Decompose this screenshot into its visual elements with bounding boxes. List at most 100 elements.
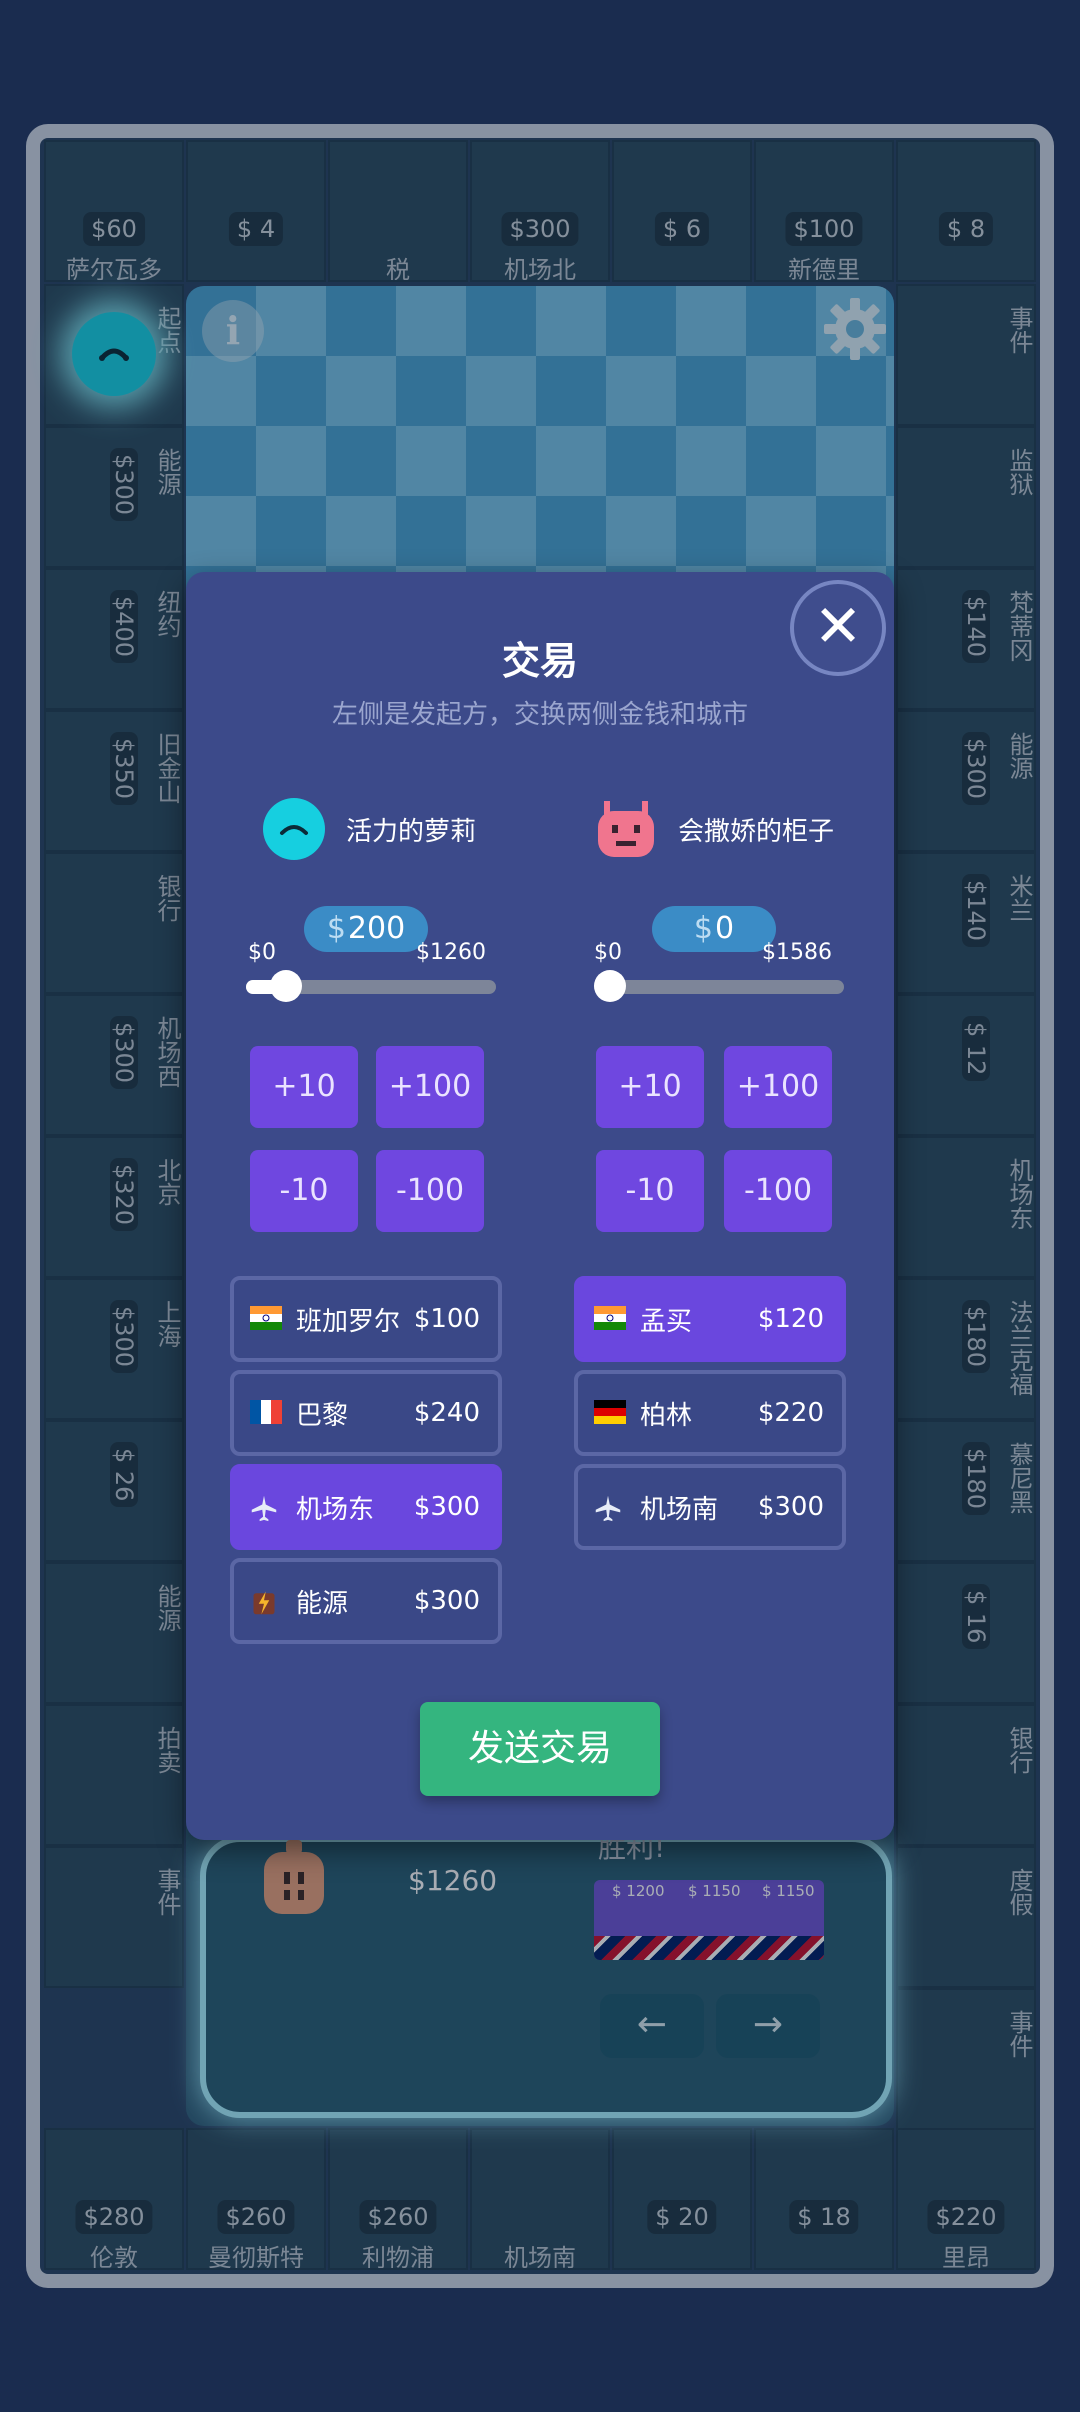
gear-icon[interactable] xyxy=(820,294,890,364)
tile-name: 利物浦 xyxy=(362,2244,434,2270)
left-plus-10-button[interactable]: +10 xyxy=(250,1046,358,1128)
right-slider-thumb[interactable] xyxy=(594,970,626,1002)
tile-name: 里昂 xyxy=(942,2244,990,2270)
tile-price: $350 xyxy=(110,732,138,806)
board-tile: $ 26 xyxy=(44,1420,184,1562)
airplane-icon xyxy=(250,1494,282,1522)
dialog-title: 交易 xyxy=(501,639,578,683)
property-item[interactable]: 机场东 $300 xyxy=(230,1464,502,1550)
cyan-face-avatar-icon xyxy=(263,798,325,860)
tile-name: 梵蒂冈 xyxy=(1005,590,1033,662)
property-price: $240 xyxy=(413,1398,480,1428)
tile-name: 能源 xyxy=(153,448,181,496)
property-item[interactable]: 机场南 $300 xyxy=(574,1464,846,1550)
board-tile: 银行 xyxy=(896,1704,1036,1846)
board-tile: $ 8 xyxy=(896,140,1036,282)
mini-price-3: $ 1150 xyxy=(762,1882,815,1900)
tile-price: $400 xyxy=(110,590,138,664)
left-money-chip: $200 xyxy=(304,906,428,952)
left-minus-100-button[interactable]: -100 xyxy=(376,1150,484,1232)
property-price: $120 xyxy=(757,1304,824,1334)
left-minus-10-button[interactable]: -10 xyxy=(250,1150,358,1232)
property-item[interactable]: 能源 $300 xyxy=(230,1558,502,1644)
property-item[interactable]: 柏林 $220 xyxy=(574,1370,846,1456)
property-item[interactable]: 班加罗尔 $100 xyxy=(230,1276,502,1362)
dialog-subtitle: 左侧是发起方，交换两侧金钱和城市 xyxy=(331,700,748,730)
tile-price: $300 xyxy=(962,732,990,806)
tile-name: 银行 xyxy=(1005,1726,1033,1774)
board-tile: $ 12 xyxy=(896,994,1036,1136)
board-tile: $140 米兰 xyxy=(896,852,1036,994)
board-tile: 事件 xyxy=(896,284,1036,426)
right-plus-100-button[interactable]: +100 xyxy=(724,1046,832,1128)
board-tile: $180 法兰克福 xyxy=(896,1278,1036,1420)
player-token xyxy=(72,312,156,396)
tile-name: 拍卖 xyxy=(153,1726,181,1774)
left-money-value: 200 xyxy=(347,911,406,946)
tile-price: $60 xyxy=(83,212,145,246)
tile-name: 机场东 xyxy=(1005,1158,1033,1230)
right-minus-100-button[interactable]: -100 xyxy=(724,1150,832,1232)
property-name: 柏林 xyxy=(640,1400,693,1431)
germany-flag-icon xyxy=(594,1400,626,1426)
tile-price: $ 26 xyxy=(110,1442,138,1508)
tile-name: 事件 xyxy=(153,1868,181,1916)
happy-face-icon xyxy=(99,348,129,361)
next-arrow-button[interactable]: → xyxy=(716,1994,820,2058)
tile-name: 上海 xyxy=(153,1300,181,1348)
tile-name: 纽约 xyxy=(153,590,181,638)
tile-price: $100 xyxy=(785,212,863,246)
property-price: $300 xyxy=(413,1586,480,1616)
right-minus-10-button[interactable]: -10 xyxy=(596,1150,704,1232)
tile-price: $320 xyxy=(110,1158,138,1232)
property-name: 机场东 xyxy=(296,1494,375,1525)
right-money-slider[interactable] xyxy=(594,980,844,994)
tile-price: $260 xyxy=(359,2200,437,2234)
right-range-max: $1586 xyxy=(762,940,832,965)
robot-avatar-icon xyxy=(264,1840,324,1914)
board-tile: $220 里昂 xyxy=(896,2128,1036,2270)
airplane-icon xyxy=(594,1494,626,1522)
tile-price: $ 20 xyxy=(647,2200,717,2234)
diamond-pattern xyxy=(186,286,894,606)
tile-name: 事件 xyxy=(1005,306,1033,354)
tile-price: $140 xyxy=(962,874,990,948)
france-flag-icon xyxy=(250,1400,282,1426)
tile-name: 萨尔瓦多 xyxy=(66,256,162,282)
left-player: 活力的萝莉 xyxy=(262,796,476,862)
tile-name: 新德里 xyxy=(788,256,860,282)
tile-price: $ 12 xyxy=(962,1016,990,1082)
board-tile: 事件 xyxy=(44,1846,184,1988)
property-item[interactable]: 巴黎 $240 xyxy=(230,1370,502,1456)
property-price: $300 xyxy=(413,1492,480,1522)
tile-name: 机场西 xyxy=(153,1016,181,1088)
info-icon[interactable]: i xyxy=(202,300,264,362)
property-price: $220 xyxy=(757,1398,824,1428)
board-tile: 监狱 xyxy=(896,426,1036,568)
tile-price: $220 xyxy=(927,2200,1005,2234)
tile-name: 度假 xyxy=(1005,1868,1033,1916)
left-slider-thumb[interactable] xyxy=(269,970,302,1002)
right-plus-10-button[interactable]: +10 xyxy=(596,1046,704,1128)
india-flag-icon xyxy=(250,1306,282,1332)
board-tile: 机场东 xyxy=(896,1136,1036,1278)
board-tile: 税 xyxy=(328,140,468,282)
board-tile: 能源 xyxy=(44,1562,184,1704)
send-trade-button[interactable]: 发送交易 xyxy=(420,1702,660,1796)
property-price: $100 xyxy=(413,1304,480,1334)
tile-name: 北京 xyxy=(153,1158,181,1206)
tile-price: $ 6 xyxy=(654,212,710,246)
board-tile: $60 萨尔瓦多 xyxy=(44,140,184,282)
right-player-name: 会撒娇的柜子 xyxy=(678,816,835,847)
board-tile: $100 新德里 xyxy=(754,140,894,282)
tile-price: $300 xyxy=(110,448,138,522)
board-tile: $350 旧金山 xyxy=(44,710,184,852)
board-tile: $280 伦敦 xyxy=(44,2128,184,2270)
property-item[interactable]: 孟买 $120 xyxy=(574,1276,846,1362)
board-tile: 机场南 xyxy=(470,2128,610,2270)
tile-price: $ 16 xyxy=(962,1584,990,1650)
tile-name: 能源 xyxy=(153,1584,181,1632)
left-plus-100-button[interactable]: +100 xyxy=(376,1046,484,1128)
board-tile: $180 慕尼黑 xyxy=(896,1420,1036,1562)
prev-arrow-button[interactable]: ← xyxy=(600,1994,704,2058)
